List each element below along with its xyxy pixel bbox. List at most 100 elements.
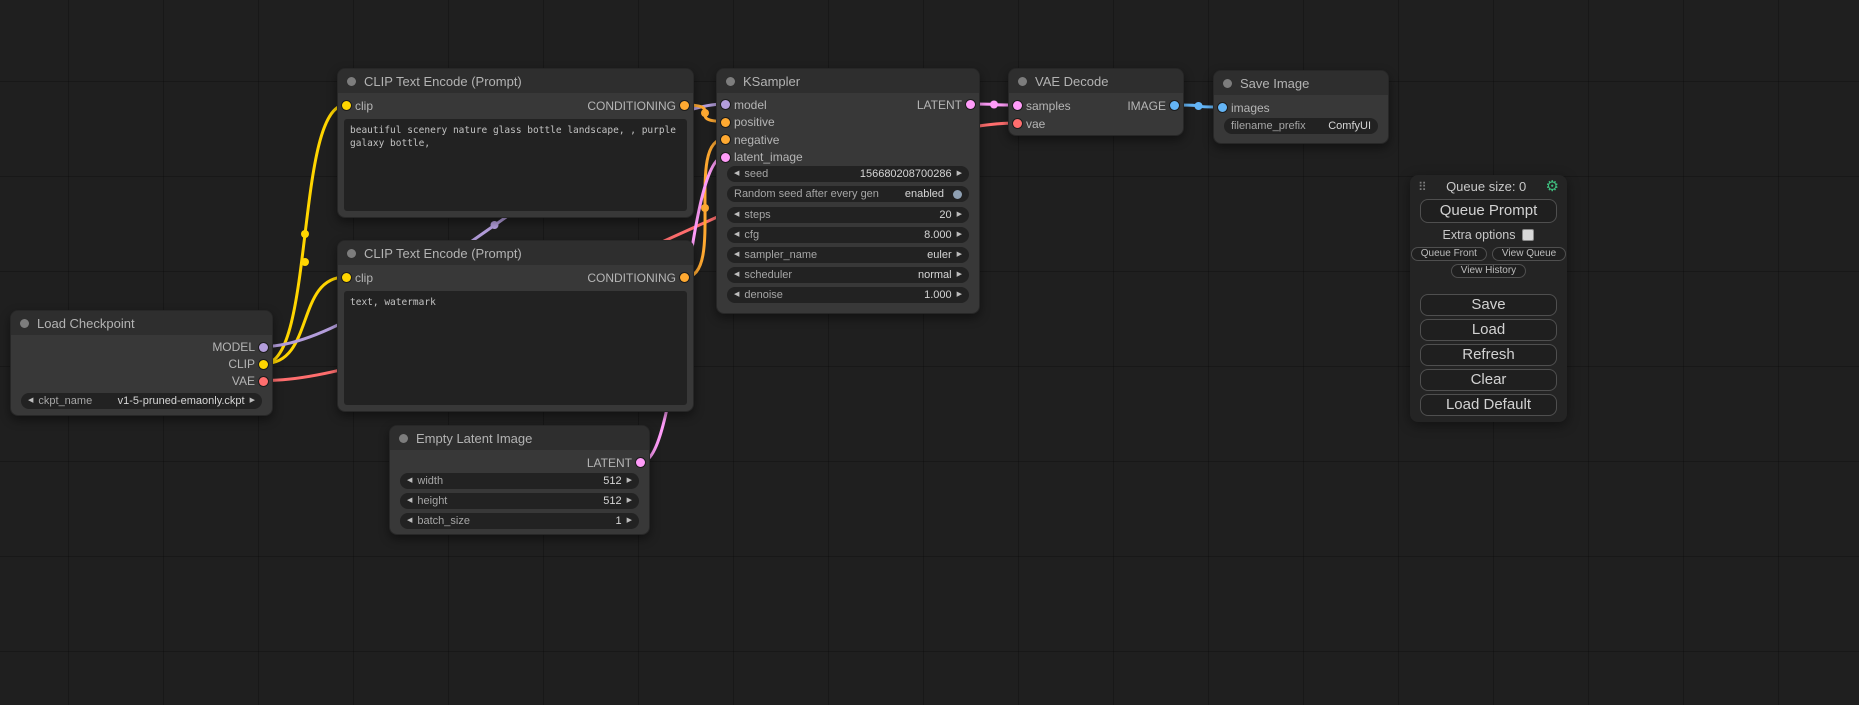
node-clip-text-encode-negative[interactable]: CLIP Text Encode (Prompt) clip CONDITION… [337,240,694,412]
conditioning-output-socket[interactable] [680,273,689,282]
node-title-bar[interactable]: CLIP Text Encode (Prompt) [338,69,693,93]
increment-arrow-icon[interactable]: ▶ [627,513,632,529]
queue-prompt-button[interactable]: Queue Prompt [1420,199,1557,223]
steps-widget[interactable]: ◀ steps 20 ▶ [727,207,969,223]
node-empty-latent-image[interactable]: Empty Latent Image LATENT ◀ width 512 ▶ … [389,425,650,535]
decrement-arrow-icon[interactable]: ◀ [28,393,33,409]
increment-arrow-icon[interactable]: ▶ [957,166,962,182]
settings-gear-icon[interactable]: ⚙ [1546,180,1559,194]
cfg-widget[interactable]: ◀ cfg 8.000 ▶ [727,227,969,243]
increment-arrow-icon[interactable]: ▶ [250,393,255,409]
node-title-bar[interactable]: VAE Decode [1009,69,1183,93]
model-input-socket[interactable] [721,100,730,109]
decrement-arrow-icon[interactable]: ◀ [734,166,739,182]
width-widget[interactable]: ◀ width 512 ▶ [400,473,639,489]
view-queue-button[interactable]: View Queue [1492,247,1566,261]
seed-widget[interactable]: ◀ seed 156680208700286 ▶ [727,166,969,182]
node-vae-decode[interactable]: VAE Decode samples vae IMAGE [1008,68,1184,136]
negative-input-socket[interactable] [721,135,730,144]
increment-arrow-icon[interactable]: ▶ [627,473,632,489]
toggle-dot-icon[interactable] [953,190,962,199]
scheduler-widget[interactable]: ◀ scheduler normal ▶ [727,267,969,283]
node-title: CLIP Text Encode (Prompt) [364,74,522,89]
widget-value: ComfyUI [1328,120,1371,132]
queue-size-label: Queue size: 0 [1427,179,1546,194]
batch-size-widget[interactable]: ◀ batch_size 1 ▶ [400,513,639,529]
increment-arrow-icon[interactable]: ▶ [957,287,962,303]
increment-arrow-icon[interactable]: ▶ [957,247,962,263]
node-ksampler[interactable]: KSampler model positive negative latent_… [716,68,980,314]
vae-input-socket[interactable] [1013,119,1022,128]
load-default-button[interactable]: Load Default [1420,394,1557,416]
node-title: Save Image [1240,76,1309,91]
decrement-arrow-icon[interactable]: ◀ [734,227,739,243]
image-output-socket[interactable] [1170,101,1179,110]
decrement-arrow-icon[interactable]: ◀ [734,267,739,283]
node-title-bar[interactable]: KSampler [717,69,979,93]
increment-arrow-icon[interactable]: ▶ [957,227,962,243]
decrement-arrow-icon[interactable]: ◀ [734,207,739,223]
extra-options-label: Extra options [1443,228,1516,242]
widget-value: v1-5-pruned-emaonly.ckpt [118,395,245,407]
widget-label: scheduler [744,269,792,281]
extra-options-checkbox[interactable] [1522,229,1534,241]
save-button[interactable]: Save [1420,294,1557,316]
increment-arrow-icon[interactable]: ▶ [957,267,962,283]
refresh-button[interactable]: Refresh [1420,344,1557,366]
latent-image-input-socket[interactable] [721,153,730,162]
conditioning-output-socket[interactable] [680,101,689,110]
clear-button[interactable]: Clear [1420,369,1557,391]
increment-arrow-icon[interactable]: ▶ [627,493,632,509]
height-widget[interactable]: ◀ height 512 ▶ [400,493,639,509]
node-title: KSampler [743,74,800,89]
node-title: Load Checkpoint [37,316,135,331]
images-input-socket[interactable] [1218,103,1227,112]
widget-label: Random seed after every gen [734,188,879,200]
widget-value: enabled [905,188,944,200]
prompt-textarea[interactable]: beautiful scenery nature glass bottle la… [344,119,687,211]
clip-input-socket[interactable] [342,273,351,282]
node-title-bar[interactable]: CLIP Text Encode (Prompt) [338,241,693,265]
decrement-arrow-icon[interactable]: ◀ [407,473,412,489]
samples-input-socket[interactable] [1013,101,1022,110]
clip-input-socket[interactable] [342,101,351,110]
decrement-arrow-icon[interactable]: ◀ [407,513,412,529]
widget-label: batch_size [417,515,470,527]
filename-prefix-widget[interactable]: filename_prefix ComfyUI [1224,118,1378,134]
output-label-clip: CLIP [228,357,255,371]
random-seed-toggle-widget[interactable]: Random seed after every gen enabled [727,186,969,202]
node-load-checkpoint[interactable]: Load Checkpoint MODEL CLIP VAE ◀ ckpt_na… [10,310,273,416]
node-save-image[interactable]: Save Image images filename_prefix ComfyU… [1213,70,1389,144]
sampler-name-widget[interactable]: ◀ sampler_name euler ▶ [727,247,969,263]
node-clip-text-encode-positive[interactable]: CLIP Text Encode (Prompt) clip CONDITION… [337,68,694,218]
node-title-bar[interactable]: Empty Latent Image [390,426,649,450]
panel-drag-handle-icon[interactable]: ⠿ [1418,180,1427,194]
load-button[interactable]: Load [1420,319,1557,341]
denoise-widget[interactable]: ◀ denoise 1.000 ▶ [727,287,969,303]
clip-output-socket[interactable] [259,360,268,369]
vae-output-socket[interactable] [259,377,268,386]
output-label-image: IMAGE [1127,99,1166,113]
widget-label: sampler_name [744,249,817,261]
increment-arrow-icon[interactable]: ▶ [957,207,962,223]
decrement-arrow-icon[interactable]: ◀ [407,493,412,509]
view-history-button[interactable]: View History [1451,264,1526,278]
queue-front-button[interactable]: Queue Front [1411,247,1487,261]
ckpt-name-widget[interactable]: ◀ ckpt_name v1-5-pruned-emaonly.ckpt ▶ [21,393,262,409]
node-title-bar[interactable]: Save Image [1214,71,1388,95]
latent-output-socket[interactable] [966,100,975,109]
input-label-clip: clip [355,271,373,285]
input-label-images: images [1231,101,1270,115]
decrement-arrow-icon[interactable]: ◀ [734,247,739,263]
latent-output-socket[interactable] [636,458,645,467]
node-status-icon [20,319,29,328]
positive-input-socket[interactable] [721,118,730,127]
prompt-textarea[interactable]: text, watermark [344,291,687,405]
widget-value: 1.000 [924,289,952,301]
widget-label: height [417,495,447,507]
node-title-bar[interactable]: Load Checkpoint [11,311,272,335]
decrement-arrow-icon[interactable]: ◀ [734,287,739,303]
output-label-conditioning: CONDITIONING [587,271,676,285]
node-title: CLIP Text Encode (Prompt) [364,246,522,261]
model-output-socket[interactable] [259,343,268,352]
